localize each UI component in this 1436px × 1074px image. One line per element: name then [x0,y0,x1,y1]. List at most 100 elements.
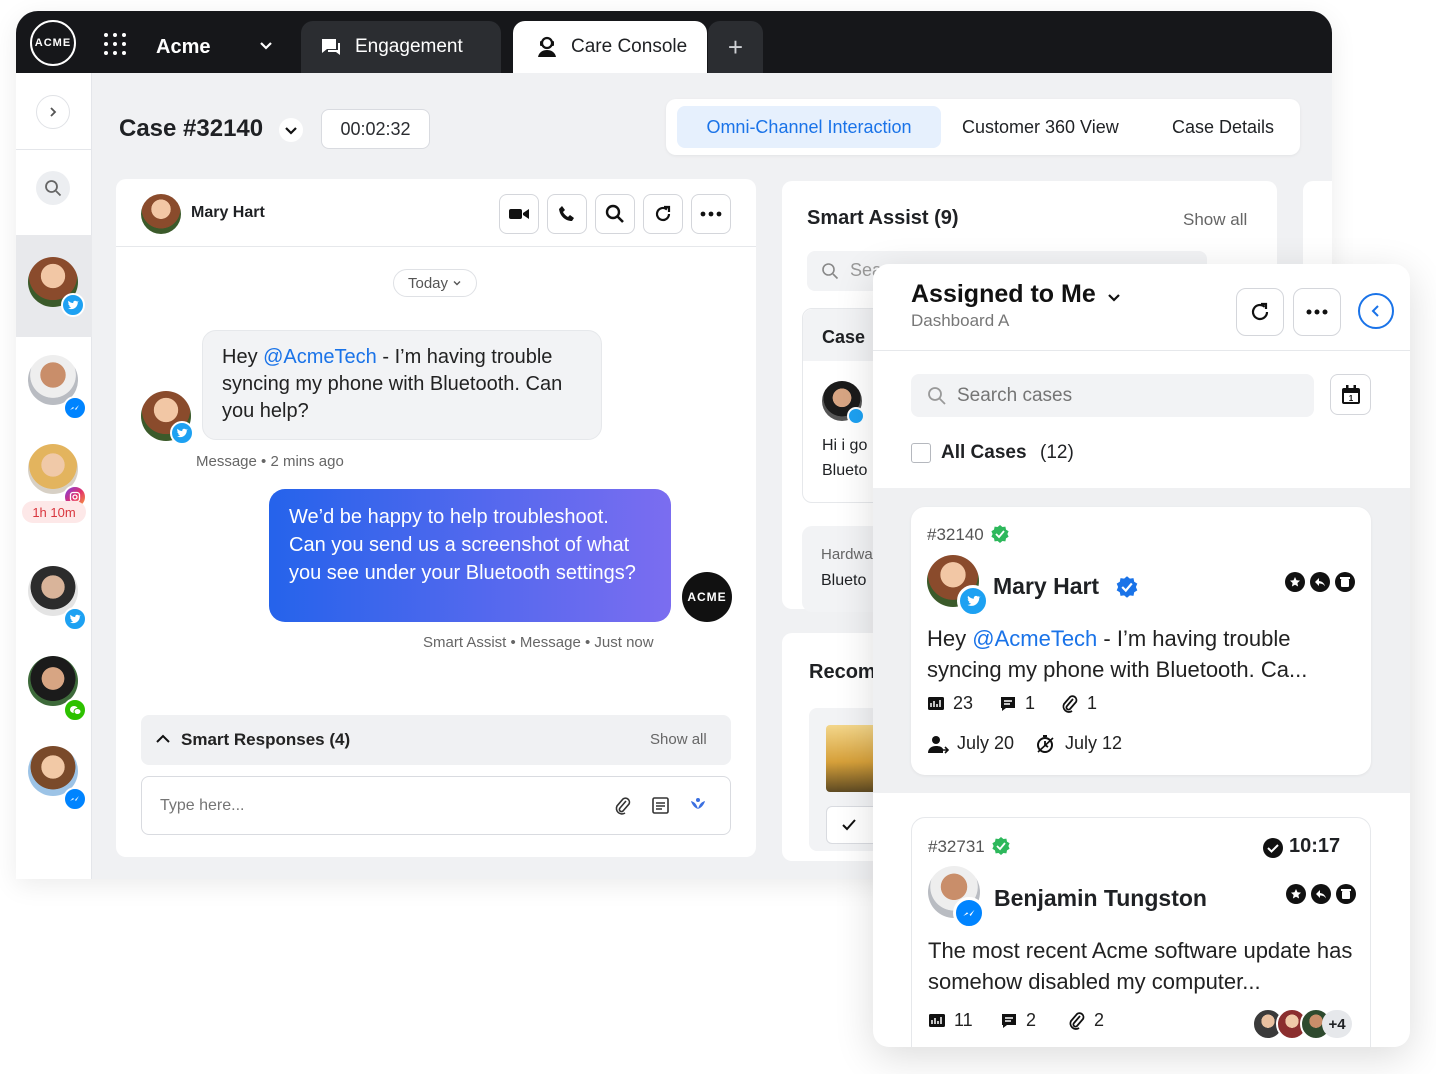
wait-time-badge: 1h 10m [22,501,86,523]
wechat-icon [63,698,87,722]
chevron-down-icon[interactable] [1105,288,1123,306]
tab-engagement[interactable]: Engagement [301,21,501,73]
all-cases-checkbox[interactable] [911,443,931,463]
card-label: Case [822,327,866,347]
archive-icon[interactable] [1336,884,1356,904]
reply-icon[interactable] [1310,572,1330,592]
video-icon [509,209,529,219]
show-all-link[interactable]: Show all [1183,210,1247,230]
tab-care-console[interactable]: Care Console [513,21,707,73]
search-icon [605,204,624,223]
tab-customer-360[interactable]: Customer 360 View [962,106,1119,148]
search-conversation-button[interactable] [595,194,635,234]
refresh-button[interactable] [643,194,683,234]
tab-omni-channel[interactable]: Omni-Channel Interaction [677,106,941,148]
smart-assist-title: Smart Assist (9) [807,207,959,229]
messenger-icon [63,396,87,420]
chevron-down-icon [453,281,461,286]
more-icon [1306,309,1328,315]
all-cases-count: (12) [1040,442,1074,463]
smart-responses-bar[interactable]: Smart Responses (4) Show all [141,715,731,765]
divider [16,149,92,150]
case-card[interactable]: #32731 10:17 Benjamin Tungston The most … [911,817,1371,1047]
chevron-right-icon [50,107,57,117]
composer-input[interactable] [160,794,580,818]
acme-logo[interactable]: ACME [30,20,76,66]
star-icon[interactable] [1286,884,1306,904]
status-badge-icon [991,525,1009,543]
search-cases-field[interactable] [911,374,1314,417]
chevron-left-icon [1371,305,1379,317]
svg-text:1: 1 [1348,394,1353,403]
stat-value: 2 [1026,1010,1037,1030]
video-call-button[interactable] [499,194,539,234]
attachment-count: 2 [1068,1010,1104,1031]
search-cases-input[interactable] [957,384,1297,408]
attachment-icon[interactable] [614,796,632,816]
expand-rail-button[interactable] [36,95,70,129]
case-actions [1285,572,1355,592]
mention-link[interactable]: @AcmeTech [263,346,377,368]
tab-label: Care Console [571,36,688,57]
message-text: Hey [222,346,264,368]
stat-value: July 12 [1065,733,1123,753]
messages-icon [929,1013,945,1027]
message-text: Hey [927,626,973,651]
case-message-preview: The most recent Acme software update has… [928,938,1353,994]
case-id: #32731 [928,837,985,856]
date-label: Today [407,274,449,292]
message-composer[interactable] [141,776,731,835]
note-count: 2 [1000,1010,1036,1031]
case-timer: 00:02:32 [321,109,430,149]
panel-title[interactable]: Assigned to Me [911,280,1096,309]
tab-label: Engagement [355,36,463,57]
assigned-cases-panel: Assigned to Me Dashboard A 1 All Cases (… [873,264,1410,1047]
refresh-button[interactable] [1236,288,1284,336]
stat-value: July 20 [957,733,1015,753]
note-icon [1002,1013,1016,1028]
date-divider[interactable]: Today [393,269,477,297]
assigned-user-icon [928,735,949,754]
case-card[interactable]: #32140 Mary Hart Hey @AcmeTech - I’m hav… [911,507,1371,775]
more-options-button[interactable] [1293,288,1341,336]
workspace-name[interactable]: Acme [156,36,210,59]
case-contact-name: Benjamin Tungston [994,885,1207,911]
refresh-icon [655,205,671,222]
stat-value: 2 [1094,1010,1105,1030]
calendar-icon: 1 [1341,384,1360,404]
more-options-button[interactable] [691,194,731,234]
case-id: #32140 [927,525,984,544]
agent-icon [538,36,556,57]
chevron-down-icon[interactable] [278,117,304,143]
view-switcher: Omni-Channel Interaction Customer 360 Vi… [666,99,1300,155]
chat-icon [322,39,340,55]
reply-icon[interactable] [1311,884,1331,904]
tab-case-details[interactable]: Case Details [1172,106,1274,148]
note-count: 1 [999,693,1035,714]
chevron-down-icon[interactable] [259,39,273,53]
app-launcher-icon[interactable] [104,33,126,55]
archive-icon[interactable] [1335,572,1355,592]
conversation-panel: Mary Hart Today Hey @AcmeTech - I’m havi… [116,179,756,857]
contact-name: Mary Hart [191,204,265,221]
twitter-icon [170,421,194,445]
search-icon [822,263,839,280]
messenger-icon [63,787,87,811]
calendar-button[interactable]: 1 [1330,374,1371,415]
mention-link[interactable]: @AcmeTech [972,626,1097,651]
search-button[interactable] [36,171,70,205]
message-meta: Smart Assist • Message • Just now [423,634,654,651]
notes-icon[interactable] [651,796,670,815]
case-message-preview: Hey @AcmeTech - I’m having trouble synci… [927,623,1357,685]
assigned-agents[interactable]: +4 [1252,1008,1352,1040]
ai-assist-icon[interactable] [688,795,708,815]
collapse-panel-button[interactable] [1358,293,1394,329]
messages-icon [928,696,944,710]
show-all-link[interactable]: Show all [650,731,707,748]
voice-call-button[interactable] [547,194,587,234]
stat-value: 23 [953,693,974,713]
check-circle-icon [1263,838,1283,858]
tag-label: Hardwa [821,546,873,563]
star-icon[interactable] [1285,572,1305,592]
add-tab-button[interactable]: + [708,21,763,73]
